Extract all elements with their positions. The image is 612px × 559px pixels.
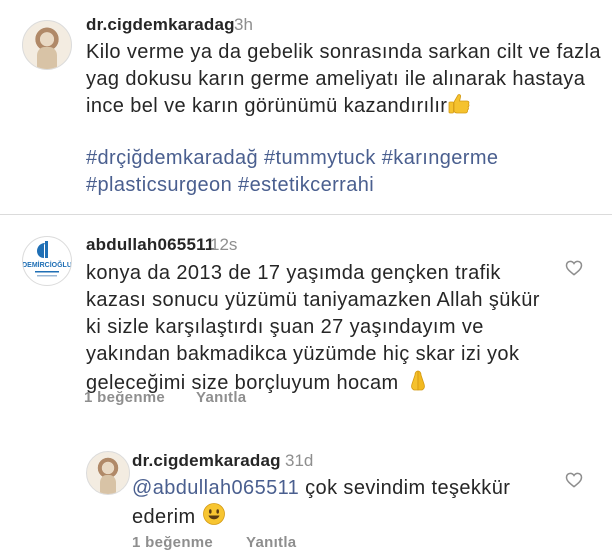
caption-line-2: yag dokusu karın germe ameliyatı ile alı… (86, 68, 586, 90)
comment-username[interactable]: abdullah065511 (86, 235, 214, 255)
caption-line-1: Kilo verme ya da gebelik sonrasında sark… (86, 41, 601, 63)
comment-line-3: ki sizle karşılaştırdı şuan 27 yaşındayı… (86, 316, 484, 338)
reply-reply-button[interactable]: Yanıtla (246, 534, 296, 551)
hashtag-line-1[interactable]: #drçiğdemkaradağ #tummytuck #karıngerme (86, 145, 606, 172)
comment-text: konya da 2013 de 17 yaşımda gençken traf… (86, 260, 576, 397)
reply-line-1: @abdullah065511 çok sevindim teşekkür (132, 477, 511, 499)
reply-text: @abdullah065511 çok sevindim teşekkür ed… (132, 475, 562, 531)
reply-like-heart-icon[interactable] (564, 470, 584, 490)
caption-time: 3h (234, 15, 253, 34)
comment-reply-button[interactable]: Yanıtla (196, 389, 246, 406)
comment-time: 12s (210, 235, 238, 254)
caption-hashtags[interactable]: #drçiğdemkaradağ #tummytuck #karıngerme … (86, 145, 606, 199)
caption-line-3: ince bel ve karın görünümü kazandırılır (86, 93, 606, 120)
hashtag-line-2[interactable]: #plasticsurgeon #estetikcerrahi (86, 172, 606, 199)
caption-divider (0, 214, 612, 215)
folded-hands-icon (410, 370, 425, 391)
reply-mention[interactable]: @abdullah065511 (132, 477, 299, 499)
caption-username[interactable]: dr.cigdemkaradag (86, 15, 235, 35)
smiling-face-icon (202, 503, 225, 525)
comment-likes[interactable]: 1 beğenme (84, 389, 165, 406)
caption-avatar[interactable] (22, 20, 72, 70)
reply-username[interactable]: dr.cigdemkaradag (132, 451, 281, 471)
reply-avatar[interactable] (86, 451, 130, 495)
comment-line-4: yakından bakmadikca yüzümde hiç skar izi… (86, 343, 520, 365)
reply-line-2: ederim (132, 502, 562, 531)
commenter-avatar[interactable]: DEMİRCİOĞLU (22, 236, 72, 286)
comment-like-heart-icon[interactable] (564, 258, 584, 278)
comment-line-2: kazası sonucu yüzümü taniyamazken Allah … (86, 289, 540, 311)
thumbs-up-icon (448, 94, 470, 114)
reply-likes[interactable]: 1 beğenme (132, 534, 213, 551)
svg-text:DEMİRCİOĞLU: DEMİRCİOĞLU (23, 260, 71, 269)
clinic-logo-icon: DEMİRCİOĞLU (23, 241, 71, 277)
caption-text: Kilo verme ya da gebelik sonrasında sark… (86, 39, 606, 120)
reply-time: 31d (285, 451, 314, 470)
comment-line-1: konya da 2013 de 17 yaşımda gençken traf… (86, 262, 501, 284)
